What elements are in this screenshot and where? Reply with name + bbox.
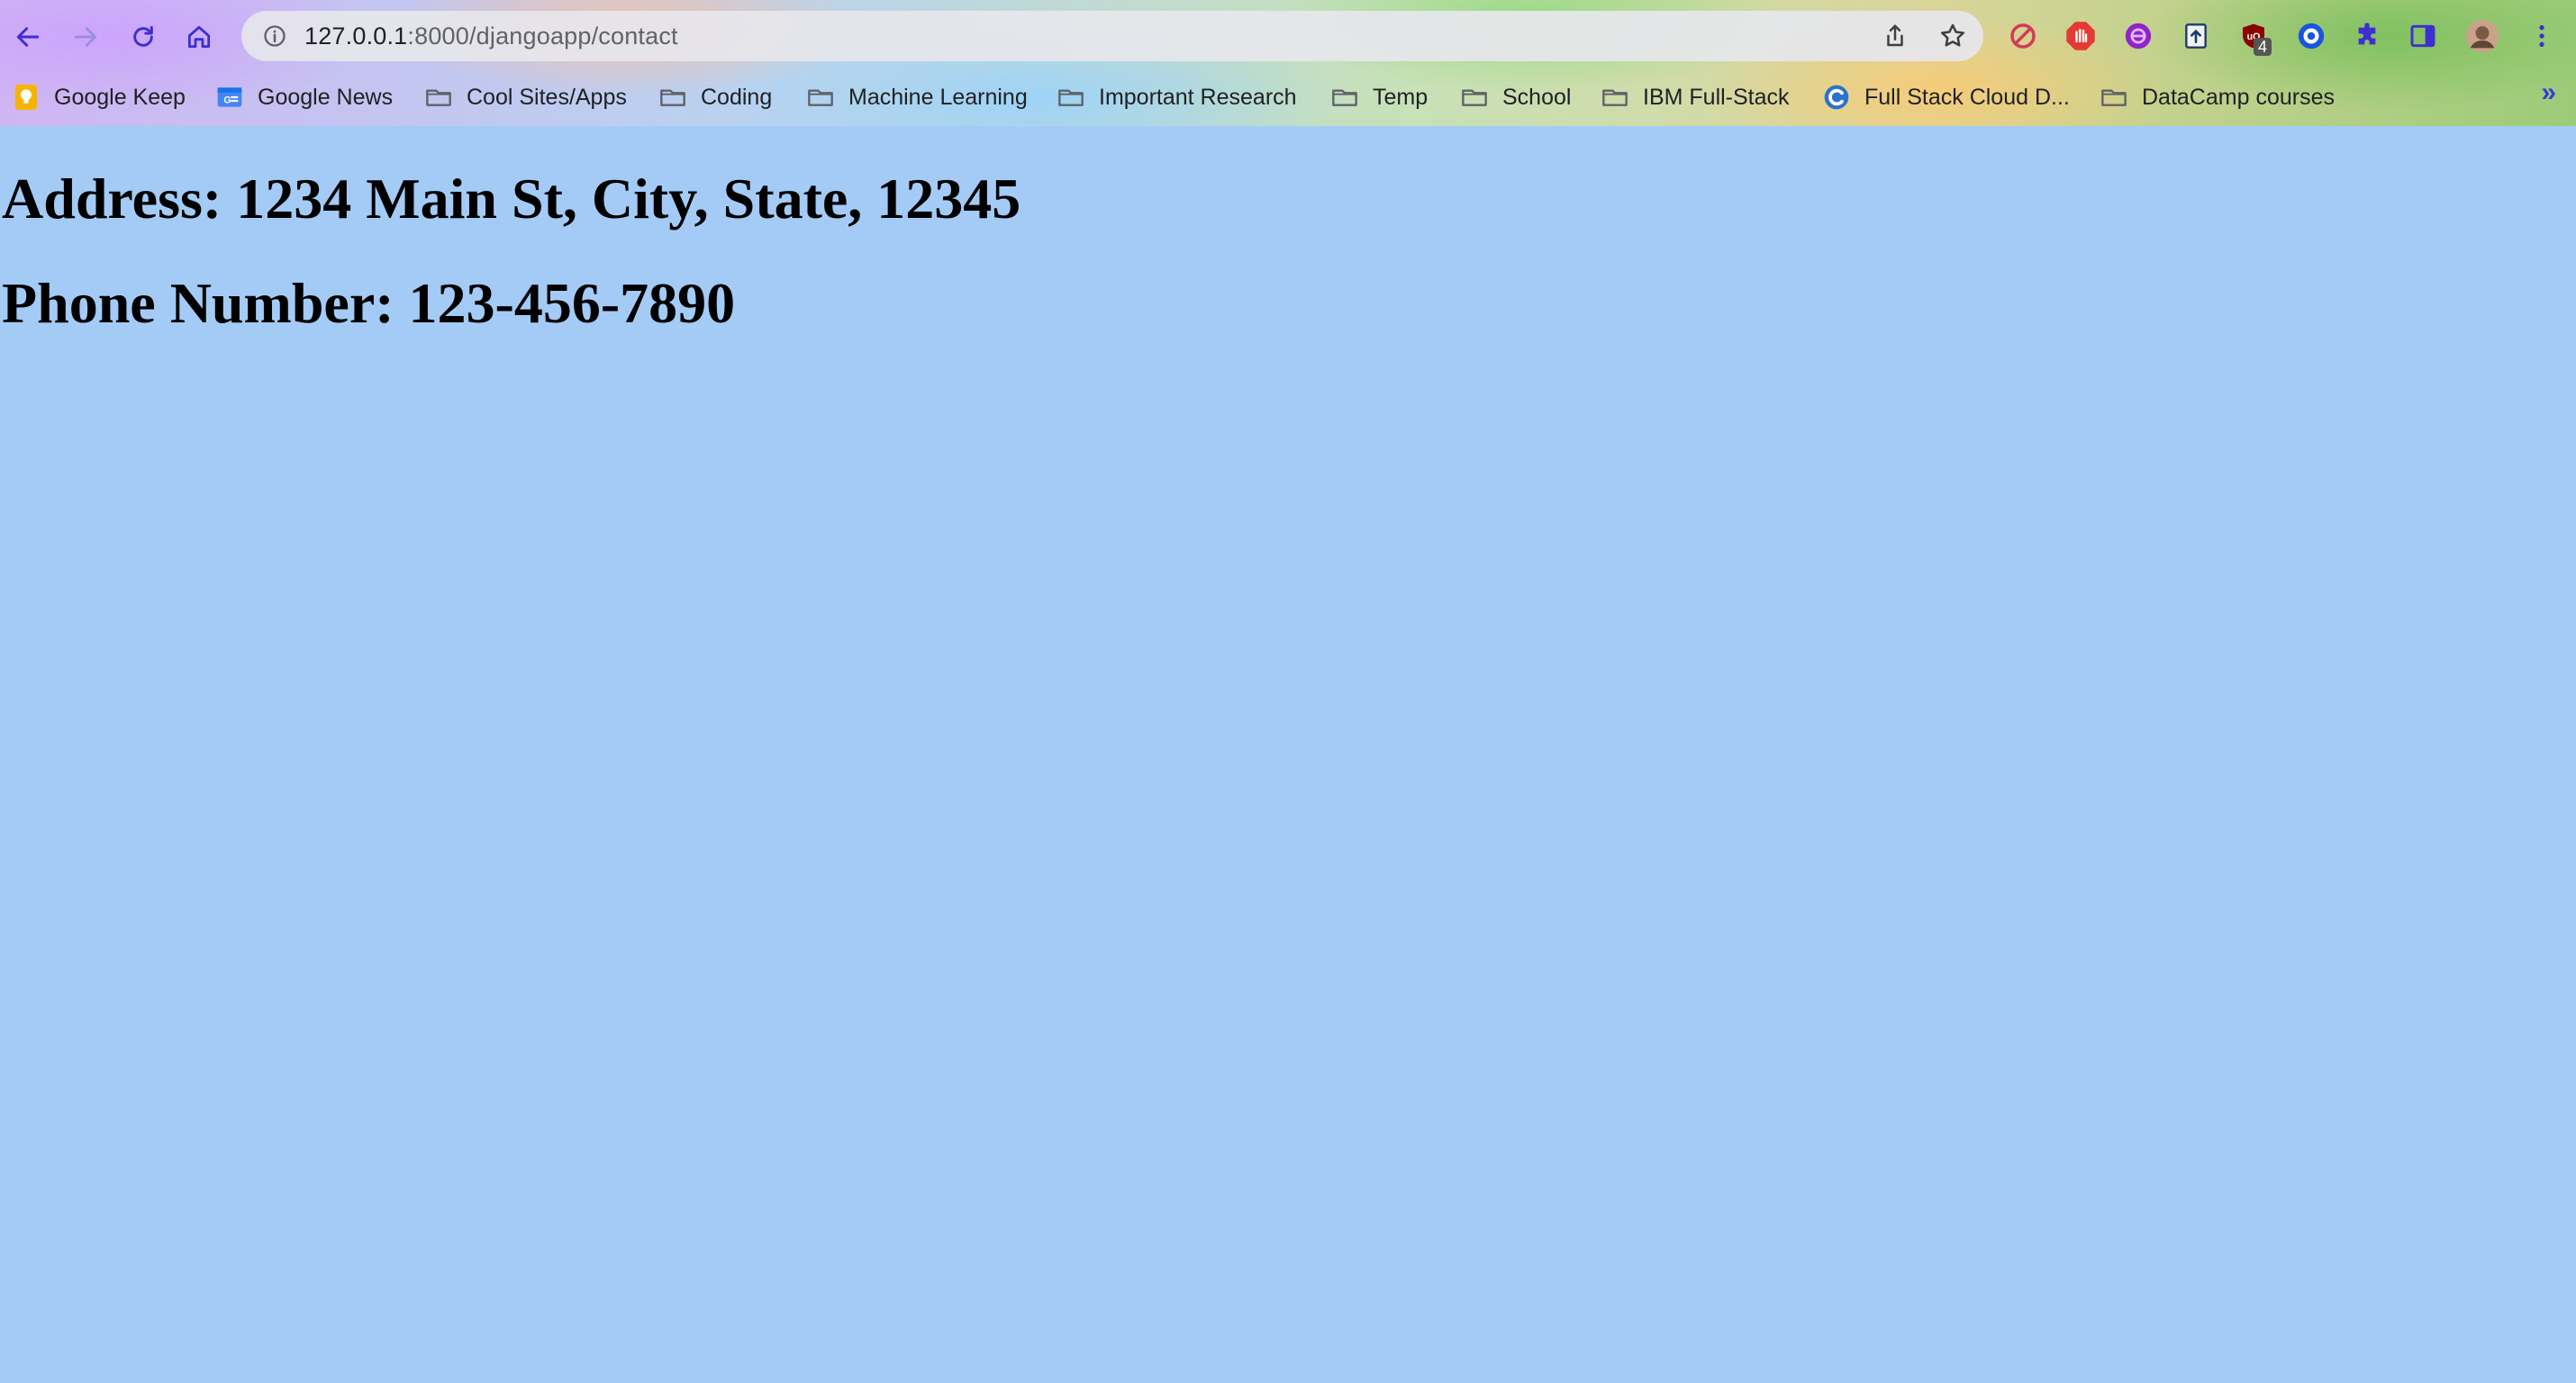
address-bar[interactable]: 127.0.0.1:8000/djangoapp/contact: [241, 11, 1983, 61]
bookmark-folder-machine-learning[interactable]: Machine Learning: [805, 79, 1028, 115]
bookmark-folder-school[interactable]: School: [1459, 79, 1571, 115]
bookmark-label: Full Stack Cloud D...: [1864, 84, 2070, 110]
folder-icon: [805, 82, 836, 113]
folder-icon: [2099, 82, 2129, 113]
target-extension-icon[interactable]: [2291, 16, 2331, 56]
url-host: 127.0.0.1: [304, 22, 408, 50]
coursera-icon: [1821, 82, 1852, 113]
bookmark-star-button[interactable]: [1935, 18, 1971, 54]
profile-avatar[interactable]: [2463, 16, 2502, 56]
bookmark-label: Google News: [258, 84, 394, 110]
bookmark-folder-cool-sites-apps[interactable]: Cool Sites/Apps: [423, 79, 627, 115]
bookmark-label: Coding: [701, 84, 773, 110]
share-button[interactable]: [1877, 18, 1913, 54]
news-icon: G: [214, 82, 245, 113]
keep-icon: [11, 82, 41, 113]
upload-extension-icon[interactable]: [2176, 16, 2216, 56]
folder-icon: [423, 82, 454, 113]
bookmark-label: Cool Sites/Apps: [467, 84, 627, 110]
svg-text:G: G: [223, 95, 231, 106]
bookmark-folder-important-research[interactable]: Important Research: [1056, 79, 1297, 115]
folder-icon: [658, 82, 688, 113]
bookmarks-overflow-button[interactable]: »: [2541, 77, 2556, 108]
arrow-left-icon: [16, 27, 40, 47]
bookmark-full-stack-cloud[interactable]: Full Stack Cloud D...: [1821, 79, 2070, 115]
arrow-right-icon: [74, 27, 97, 47]
ublock-icon[interactable]: uO 4: [2234, 16, 2273, 56]
bookmark-label: Important Research: [1099, 84, 1297, 110]
forward-button[interactable]: [63, 14, 108, 59]
address-heading: Address: 1234 Main St, City, State, 1234…: [2, 167, 1021, 230]
folder-icon: [1056, 82, 1086, 113]
stop-hand-icon[interactable]: [2061, 16, 2100, 56]
bookmark-folder-coding[interactable]: Coding: [658, 79, 772, 115]
bookmark-folder-datacamp-courses[interactable]: DataCamp courses: [2099, 79, 2335, 115]
page-content: Address: 1234 Main St, City, State, 1234…: [0, 126, 2576, 1383]
browser-chrome: 127.0.0.1:8000/djangoapp/contact uO 4 Go…: [0, 0, 2576, 126]
bookmark-label: Temp: [1373, 84, 1429, 110]
info-icon[interactable]: [259, 21, 290, 51]
side-panel-icon[interactable]: [2403, 16, 2443, 56]
folder-icon: [1329, 82, 1360, 113]
folder-icon: [1459, 82, 1490, 113]
ublock-badge: 4: [2254, 38, 2272, 56]
bookmarks-bar: Google Keep G Google News Cool Sites/App…: [0, 74, 2576, 121]
bookmark-folder-temp[interactable]: Temp: [1329, 79, 1428, 115]
reload-button[interactable]: [121, 14, 166, 59]
url-text[interactable]: 127.0.0.1:8000/djangoapp/contact: [304, 23, 678, 50]
menu-icon[interactable]: [2522, 16, 2562, 56]
bookmark-label: IBM Full-Stack: [1643, 84, 1790, 110]
url-path: :8000/djangoapp/contact: [407, 22, 678, 50]
star-icon: [1941, 23, 1964, 47]
globe-extension-icon[interactable]: [2118, 16, 2158, 56]
reload-icon: [133, 25, 153, 47]
bookmark-label: Google Keep: [54, 84, 186, 110]
phone-heading: Phone Number: 123-456-7890: [2, 271, 736, 335]
share-icon: [1887, 24, 1903, 47]
bookmark-google-news[interactable]: G Google News: [214, 79, 393, 115]
bookmark-label: DataCamp courses: [2142, 84, 2335, 110]
folder-icon: [1600, 82, 1630, 113]
bookmark-google-keep[interactable]: Google Keep: [11, 79, 186, 115]
home-button[interactable]: [177, 14, 222, 59]
bookmark-label: School: [1502, 84, 1572, 110]
bookmark-label: Machine Learning: [848, 84, 1028, 110]
home-icon: [187, 25, 211, 49]
bookmark-folder-ibm-full-stack[interactable]: IBM Full-Stack: [1600, 79, 1790, 115]
block-icon[interactable]: [2003, 16, 2043, 56]
back-button[interactable]: [5, 14, 50, 59]
puzzle-icon[interactable]: [2347, 16, 2387, 56]
